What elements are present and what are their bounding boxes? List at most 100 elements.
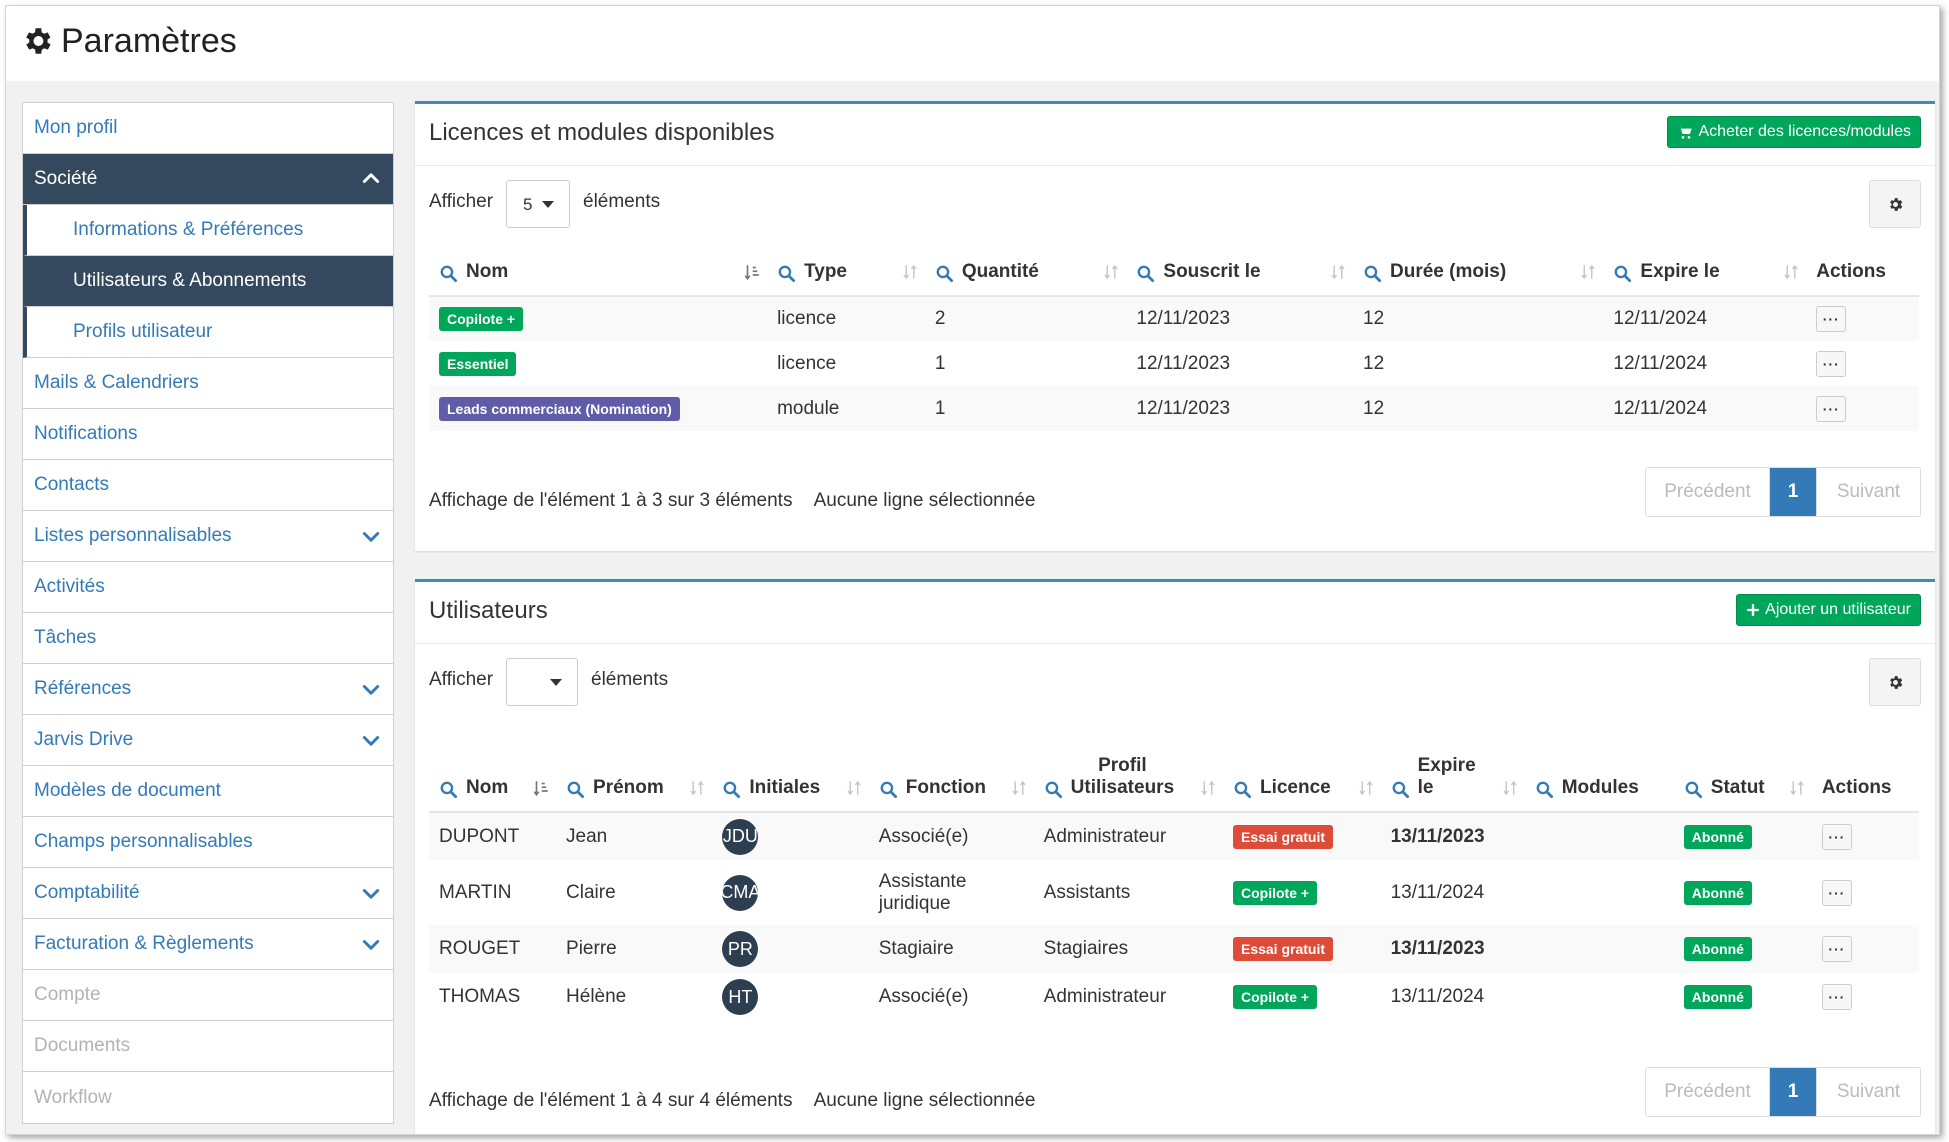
search-icon[interactable] [777,264,796,283]
sidebar-item-label: Mon profil [34,117,118,138]
column-header[interactable]: Fonction [868,734,1034,813]
sidebar-item-contacts[interactable]: Contacts [23,460,393,511]
chevron-down-icon[interactable] [361,934,381,954]
sort-icon[interactable] [1329,263,1347,281]
sort-icon[interactable] [1501,779,1519,797]
next-page-button[interactable]: Suivant [1816,1068,1920,1116]
column-header[interactable]: Nom [429,248,768,297]
licences-page-size-select[interactable]: 5 [506,180,570,228]
search-icon[interactable] [1391,780,1410,799]
search-icon[interactable] [1684,780,1703,799]
cell-qty: 1 [924,386,1127,431]
search-icon[interactable] [935,264,954,283]
users-page-size-select[interactable] [506,658,578,706]
search-icon[interactable] [1613,264,1632,283]
search-icon[interactable] [879,780,898,799]
sidebar-item-comptabilite[interactable]: Comptabilité [23,868,393,919]
search-icon[interactable] [439,264,458,283]
search-icon[interactable] [1233,780,1252,799]
sidebar-item-mails-calendriers[interactable]: Mails & Calendriers [23,358,393,409]
more-icon[interactable]: ··· [1821,823,1852,850]
buy-licences-button[interactable]: Acheter des licences/modules [1667,116,1921,148]
sidebar-item-utilisateurs-abonnements[interactable]: Utilisateurs & Abonnements [23,256,393,307]
sidebar-item-listes-personnalisables[interactable]: Listes personnalisables [23,511,393,562]
table-row[interactable]: DUPONT Jean JDU Associé(e) Administrateur Ess… [429,812,1919,860]
sidebar-item-societe[interactable]: Société [23,154,393,205]
column-header[interactable]: Licence [1222,734,1381,813]
search-icon[interactable] [1535,780,1554,799]
users-column-settings-button[interactable] [1869,658,1921,706]
sidebar-item-profils-utilisateur[interactable]: Profils utilisateur [23,307,393,358]
next-page-button[interactable]: Suivant [1816,468,1920,516]
more-icon[interactable]: ··· [1821,879,1852,906]
search-icon[interactable] [722,780,741,799]
chevron-down-icon[interactable] [361,526,381,546]
column-header[interactable]: Modules [1524,734,1674,813]
sidebar-item-taches[interactable]: Tâches [23,613,393,664]
column-header[interactable]: Statut [1673,734,1812,813]
column-header[interactable]: Profil Utilisateurs [1033,734,1223,813]
sort-icon[interactable] [1199,779,1217,797]
chevron-down-icon[interactable] [361,679,381,699]
column-header[interactable]: Actions [1806,248,1919,297]
sidebar-item-facturation-reglements[interactable]: Facturation & Règlements [23,919,393,970]
sort-icon[interactable] [1010,779,1028,797]
previous-page-button[interactable]: Précédent [1646,1068,1770,1116]
search-icon[interactable] [1136,264,1155,283]
add-user-button[interactable]: Ajouter un utilisateur [1736,594,1921,626]
column-header[interactable]: Souscrit le [1126,248,1354,297]
table-row[interactable]: THOMAS Hélène HT Associé(e) Administrateur Co… [429,973,1919,1021]
sidebar-item-notifications[interactable]: Notifications [23,409,393,460]
sort-icon[interactable] [688,779,706,797]
column-header[interactable]: Quantité [924,248,1127,297]
chevron-down-icon[interactable] [361,730,381,750]
column-header[interactable]: Actions [1811,734,1919,813]
page-1-button[interactable]: 1 [1770,468,1816,516]
sort-icon[interactable] [845,779,863,797]
column-header[interactable]: Type [767,248,925,297]
column-header[interactable]: Prénom [556,734,713,813]
sort-icon[interactable] [1782,263,1800,281]
licence-badge: Essentiel [439,351,517,376]
sidebar-item-activites[interactable]: Activités [23,562,393,613]
sidebar-item-mon-profil[interactable]: Mon profil [23,103,393,154]
more-icon[interactable]: ··· [1816,350,1847,377]
sort-icon[interactable] [1788,779,1806,797]
sort-icon[interactable] [1579,263,1597,281]
sort-icon[interactable] [901,263,919,281]
more-icon[interactable]: ··· [1821,984,1852,1010]
table-row[interactable]: ROUGET Pierre PR Stagiaire Stagiaires Essai g… [429,925,1919,973]
chevron-up-icon[interactable] [361,169,381,189]
search-icon[interactable] [1363,264,1382,283]
sidebar-item-label: Modèles de document [34,780,221,801]
more-icon[interactable]: ··· [1816,306,1847,332]
sort-icon[interactable] [1357,779,1375,797]
sort-icon[interactable] [1102,263,1120,281]
sidebar-item-jarvis-drive[interactable]: Jarvis Drive [23,715,393,766]
table-row[interactable]: MARTIN Claire CMA Assistante juridique Assis… [429,860,1919,925]
sidebar-item-champs-personnalisables[interactable]: Champs personnalisables [23,817,393,868]
more-icon[interactable]: ··· [1816,395,1847,422]
column-header[interactable]: Initiales [712,734,869,813]
sidebar-item-informations-preferences[interactable]: Informations & Préférences [23,205,393,256]
column-header[interactable]: Durée (mois) [1353,248,1604,297]
table-row[interactable]: Copilote + licence 2 12/11/2023 12 12/11/2024… [429,296,1919,341]
search-icon[interactable] [566,780,585,799]
search-icon[interactable] [439,780,458,799]
licences-column-settings-button[interactable] [1869,180,1921,228]
table-row[interactable]: Leads commerciaux (Nomination) module 1 12/… [429,386,1919,431]
more-icon[interactable]: ··· [1821,936,1852,962]
column-header[interactable]: Expire le [1380,734,1525,813]
sidebar-item-modeles-de-document[interactable]: Modèles de document [23,766,393,817]
sort-ascending-icon[interactable] [743,263,761,281]
table-row[interactable]: Essentiel licence 1 12/11/2023 12 12/11/2024 ·… [429,341,1919,386]
column-header[interactable]: Nom [429,734,557,813]
sidebar-item-references[interactable]: Références [23,664,393,715]
chevron-down-icon[interactable] [361,883,381,903]
column-header[interactable]: Expire le [1603,248,1807,297]
page-1-button[interactable]: 1 [1770,1068,1816,1116]
previous-page-button[interactable]: Précédent [1646,468,1770,516]
search-icon[interactable] [1044,780,1063,799]
column-header-content: Profil Utilisateurs [1044,755,1215,799]
sort-ascending-icon[interactable] [532,779,550,797]
